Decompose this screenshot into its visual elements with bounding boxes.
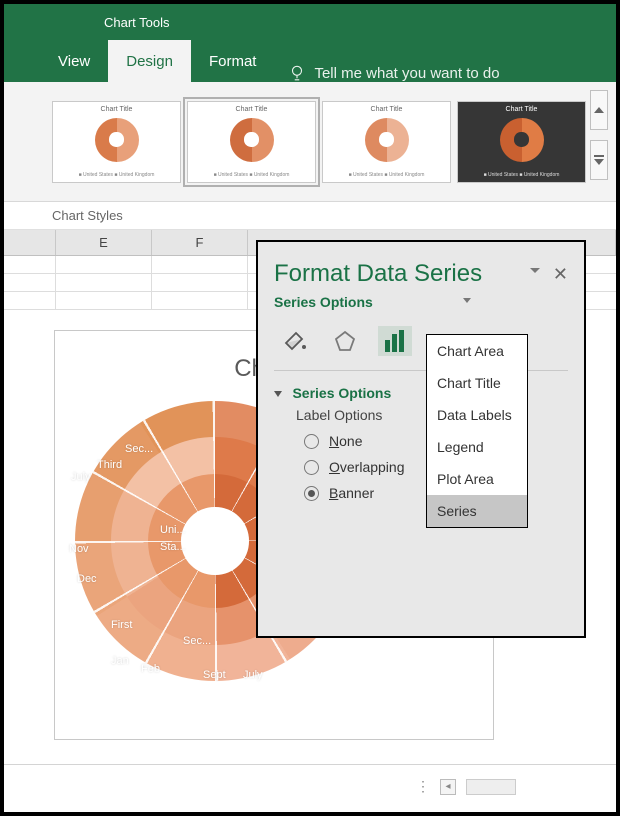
series-selector-menu: Chart Area Chart Title Data Labels Legen… <box>426 334 528 528</box>
chart-style-2[interactable]: Chart Title ■ United States ■ United Kin… <box>187 101 316 183</box>
menu-chart-area[interactable]: Chart Area <box>427 335 527 367</box>
col-E[interactable]: E <box>56 230 152 255</box>
series-options-header[interactable]: Series Options <box>292 385 391 401</box>
ribbon-tabs: View Design Format Tell me what you want… <box>4 40 616 82</box>
format-data-series-pane: Format Data Series ✕ Series Options Seri… <box>256 240 586 638</box>
collapse-icon[interactable] <box>274 391 282 397</box>
menu-data-labels[interactable]: Data Labels <box>427 399 527 431</box>
menu-legend[interactable]: Legend <box>427 431 527 463</box>
chart-style-4[interactable]: Chart Title ■ United States ■ United Kin… <box>457 101 586 183</box>
chart-style-gallery: Chart Title ■ United States ■ United Kin… <box>4 82 616 202</box>
chart-style-1[interactable]: Chart Title ■ United States ■ United Kin… <box>52 101 181 183</box>
pane-title: Format Data Series <box>274 260 482 288</box>
menu-chart-title[interactable]: Chart Title <box>427 367 527 399</box>
gallery-more[interactable] <box>590 140 608 180</box>
tell-me-search[interactable]: Tell me what you want to do <box>288 64 499 82</box>
tab-view[interactable]: View <box>40 40 108 82</box>
sheet-tab-dots-icon[interactable]: ⋮ <box>416 778 430 795</box>
gallery-scroll-up[interactable] <box>590 90 608 130</box>
fill-line-icon[interactable] <box>278 326 312 356</box>
menu-series[interactable]: Series <box>427 495 527 527</box>
tab-format[interactable]: Format <box>191 40 275 82</box>
sheet-scrollbar: ⋮ ◂ <box>4 764 616 808</box>
chart-style-3[interactable]: Chart Title ■ United States ■ United Kin… <box>322 101 451 183</box>
scroll-left-icon[interactable]: ◂ <box>440 779 456 795</box>
horizontal-scrollbar[interactable] <box>466 779 516 795</box>
series-options-icon[interactable] <box>378 326 412 356</box>
effects-icon[interactable] <box>328 326 362 356</box>
ribbon-group-label: Chart Styles <box>4 202 616 230</box>
menu-plot-area[interactable]: Plot Area <box>427 463 527 495</box>
chart-tools-label: Chart Tools <box>104 15 170 30</box>
series-options-label: Series Options <box>274 294 373 310</box>
pane-options-dropdown-icon[interactable] <box>530 268 540 278</box>
series-selector-dropdown-icon[interactable] <box>463 298 471 306</box>
tab-design[interactable]: Design <box>108 40 191 82</box>
close-icon[interactable]: ✕ <box>553 264 568 285</box>
col-F[interactable]: F <box>152 230 248 255</box>
